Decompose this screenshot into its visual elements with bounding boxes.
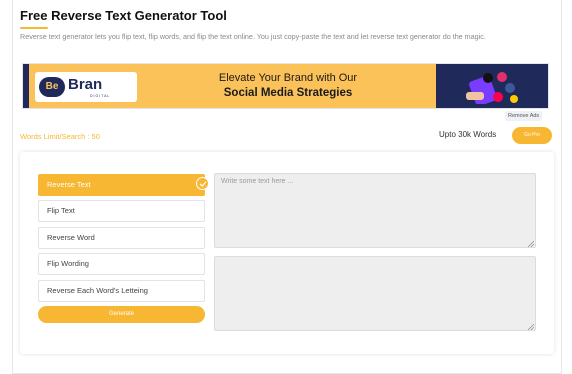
option-reverse-text[interactable]: Reverse Text xyxy=(38,174,205,196)
remove-ads-button[interactable]: Remove Ads xyxy=(505,111,543,121)
bebran-logo: Be Bran DIGITAL xyxy=(35,72,137,102)
resize-grip-icon[interactable] xyxy=(528,324,534,330)
go-pro-button[interactable]: Go Pro xyxy=(512,127,552,144)
output-textarea[interactable] xyxy=(214,256,536,331)
generate-button[interactable]: Generate xyxy=(38,306,205,323)
option-flip-text[interactable]: Flip Text xyxy=(38,200,205,222)
banner-edge xyxy=(23,64,29,108)
logo-bran: Bran xyxy=(68,76,103,93)
banner-subheadline: Social Media Strategies xyxy=(223,87,353,99)
option-flip-wording[interactable]: Flip Wording xyxy=(38,253,205,275)
logo-be: Be xyxy=(39,77,65,97)
social-phone-icon xyxy=(466,72,518,104)
logo-subtitle: DIGITAL xyxy=(90,94,111,98)
words-limit-label: Words Limit/Search : 50 xyxy=(20,132,100,141)
banner-headline: Elevate Your Brand with Our xyxy=(218,72,358,84)
ad-banner[interactable]: Be Bran DIGITAL Elevate Your Brand with … xyxy=(22,63,549,109)
page-title: Free Reverse Text Generator Tool xyxy=(20,8,227,23)
upto-words-label: Upto 30k Words xyxy=(439,130,497,139)
page-description: Reverse text generator lets you flip tex… xyxy=(20,32,486,41)
option-reverse-each-word[interactable]: Reverse Each Word's Letteing xyxy=(38,280,205,302)
resize-grip-icon[interactable] xyxy=(528,241,534,247)
input-textarea[interactable] xyxy=(214,173,536,248)
check-icon xyxy=(196,177,209,190)
option-reverse-word[interactable]: Reverse Word xyxy=(38,227,205,249)
title-underline xyxy=(20,27,48,29)
